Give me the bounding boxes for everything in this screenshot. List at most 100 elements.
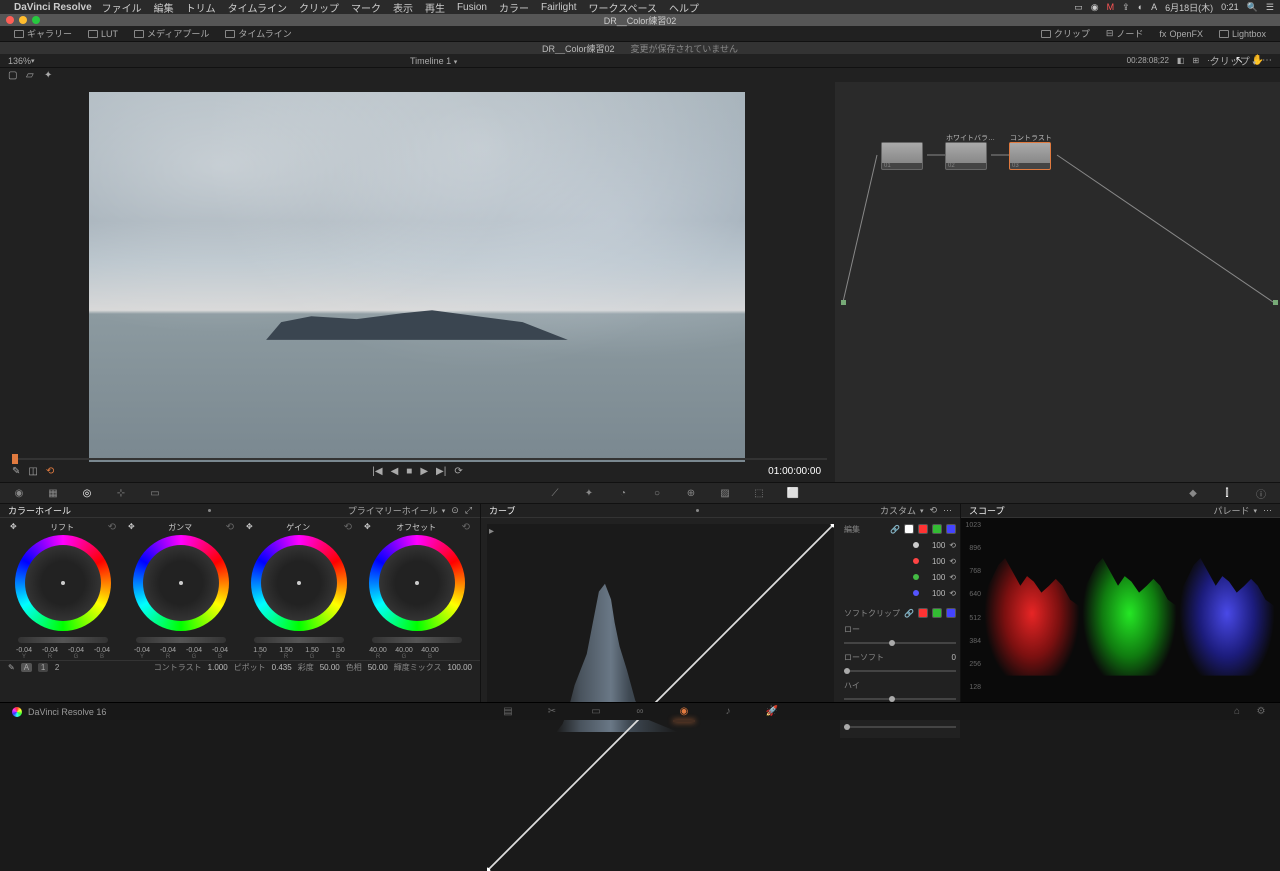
close-button[interactable] <box>6 16 14 24</box>
reset-icon[interactable]: ⟲ <box>949 589 956 598</box>
add-point-icon[interactable]: ▸ <box>489 526 494 537</box>
info-icon[interactable]: ⓘ <box>1254 486 1268 500</box>
settings-icon[interactable]: ⚙ <box>1254 705 1268 719</box>
split-icon[interactable]: ⊞ <box>1192 56 1199 65</box>
node-03[interactable]: コントラスト 03 <box>1009 142 1051 170</box>
reset-icon[interactable]: ⟲ <box>108 522 116 533</box>
node-output[interactable] <box>1273 300 1278 305</box>
timeline-button[interactable]: タイムライン <box>219 27 297 40</box>
menubar-icon[interactable]: ◉ <box>1091 2 1099 13</box>
hue-value[interactable]: 50.00 <box>368 663 388 672</box>
last-frame-button[interactable]: ▶| <box>436 466 446 477</box>
mediapool-button[interactable]: メディアプール <box>128 27 215 40</box>
marker-icon[interactable]: ▢ <box>8 70 18 80</box>
menubar-icon[interactable]: M <box>1107 2 1115 12</box>
lift-color-wheel[interactable] <box>15 535 111 631</box>
lift-jog[interactable] <box>18 637 108 643</box>
sizing-icon[interactable]: ⬜ <box>786 486 800 500</box>
picker-icon[interactable]: ✥ <box>364 522 371 533</box>
menu-color[interactable]: カラー <box>499 0 529 15</box>
menu-file[interactable]: ファイル <box>102 0 142 15</box>
page-2[interactable]: 2 <box>52 663 62 672</box>
pivot-value[interactable]: 0.435 <box>272 663 292 672</box>
cut-page-icon[interactable]: ✂ <box>545 705 559 719</box>
stop-button[interactable]: ■ <box>406 466 412 477</box>
fusion-page-icon[interactable]: ∞ <box>633 705 647 719</box>
qualifier-icon[interactable]: ◔ <box>616 486 630 500</box>
contrast-value[interactable]: 1.000 <box>208 663 228 672</box>
menu-fairlight[interactable]: Fairlight <box>541 2 577 13</box>
low-slider[interactable] <box>844 638 956 648</box>
motion-icon[interactable]: ▭ <box>148 486 162 500</box>
reset-icon[interactable]: ⟲ <box>344 522 352 533</box>
play-button[interactable]: ▶ <box>420 466 428 477</box>
app-name[interactable]: DaVinci Resolve <box>14 2 92 13</box>
sat-value[interactable]: 50.00 <box>320 663 340 672</box>
menu-clip[interactable]: クリップ <box>299 0 339 15</box>
wheel-mode-icon[interactable]: ⊙ <box>451 505 459 516</box>
menubar-icon[interactable]: ▭ <box>1074 2 1083 13</box>
channel-g[interactable] <box>932 524 942 534</box>
scopes-icon[interactable]: ⫿ <box>1220 486 1234 500</box>
loop-button[interactable]: ⟳ <box>454 466 462 477</box>
timeline-name[interactable]: Timeline 1 ▾ <box>410 56 457 66</box>
curves-editor[interactable]: ▸ <box>487 524 834 732</box>
blur-icon[interactable]: ▨ <box>718 486 732 500</box>
search-icon[interactable]: 🔍 <box>1247 2 1258 13</box>
deliver-page-icon[interactable]: 🚀 <box>765 705 779 719</box>
curves-icon[interactable]: ⟋ <box>548 486 562 500</box>
date-label[interactable]: 6月18日(木) <box>1165 1 1213 14</box>
nodes-button[interactable]: ⊟ノード <box>1100 27 1150 40</box>
menu-trim[interactable]: トリム <box>186 0 216 15</box>
primary-dropdown[interactable]: プライマリーホイール <box>348 504 438 517</box>
camera-raw-icon[interactable]: ◉ <box>12 486 26 500</box>
menu-view[interactable]: 表示 <box>393 0 413 15</box>
openfx-button[interactable]: fxOpenFX <box>1153 27 1209 40</box>
warper-icon[interactable]: ✦ <box>582 486 596 500</box>
picker-icon[interactable]: ✥ <box>128 522 135 533</box>
wheels-icon[interactable]: ◎ <box>80 486 94 500</box>
auto-icon[interactable]: ✎ <box>8 663 15 672</box>
reset-icon[interactable]: ⟲ <box>226 522 234 533</box>
menubar-icon[interactable]: A <box>1151 2 1157 12</box>
viewer-scrubber[interactable] <box>12 458 827 460</box>
menu-mark[interactable]: マーク <box>351 0 381 15</box>
bypass-icon[interactable]: ✎ <box>12 466 20 477</box>
gain-color-wheel[interactable] <box>251 535 347 631</box>
window-icon[interactable]: ○ <box>650 486 664 500</box>
bypass-icon[interactable]: ⟲ <box>46 466 54 477</box>
reset-icon[interactable]: ⟲ <box>949 557 956 566</box>
rgb-mixer-icon[interactable]: ⊹ <box>114 486 128 500</box>
fx-icon[interactable]: ✦ <box>44 70 54 80</box>
node-editor[interactable]: 01 ホワイトバラ… 02 コントラスト 03 <box>835 82 1280 482</box>
options-icon[interactable]: ⋯ <box>1262 55 1272 66</box>
split-view-icon[interactable]: ◫ <box>28 466 37 477</box>
home-icon[interactable]: ⌂ <box>1230 705 1244 719</box>
clip-dropdown[interactable]: クリップ ▾ <box>1210 53 1256 68</box>
custom-dropdown[interactable]: カスタム <box>880 504 916 517</box>
node-01[interactable]: 01 <box>881 142 923 170</box>
offset-color-wheel[interactable] <box>369 535 465 631</box>
reset-icon[interactable]: ⟲ <box>929 505 937 516</box>
gallery-button[interactable]: ギャラリー <box>8 27 78 40</box>
channel-b[interactable] <box>946 524 956 534</box>
menu-edit[interactable]: 編集 <box>154 0 174 15</box>
reset-icon[interactable]: ⟲ <box>949 573 956 582</box>
page-1[interactable]: 1 <box>38 663 48 672</box>
link-icon[interactable]: 🔗 <box>904 609 914 618</box>
options-icon[interactable]: ⋯ <box>1263 505 1272 516</box>
menu-workspace[interactable]: ワークスペース <box>589 0 658 15</box>
gain-jog[interactable] <box>254 637 344 643</box>
edit-page-icon[interactable]: ▭ <box>589 705 603 719</box>
softclip-b[interactable] <box>946 608 956 618</box>
tracking-icon[interactable]: ⊕ <box>684 486 698 500</box>
clips-button[interactable]: クリップ <box>1035 27 1096 40</box>
color-match-icon[interactable]: ▦ <box>46 486 60 500</box>
maximize-button[interactable] <box>32 16 40 24</box>
menu-fusion[interactable]: Fusion <box>457 2 487 13</box>
node-02[interactable]: ホワイトバラ… 02 <box>945 142 987 170</box>
expand-icon[interactable]: ⤢ <box>465 505 472 516</box>
viewer-image[interactable] <box>89 92 745 462</box>
key-icon[interactable]: ⬚ <box>752 486 766 500</box>
time-label[interactable]: 0:21 <box>1221 2 1239 12</box>
